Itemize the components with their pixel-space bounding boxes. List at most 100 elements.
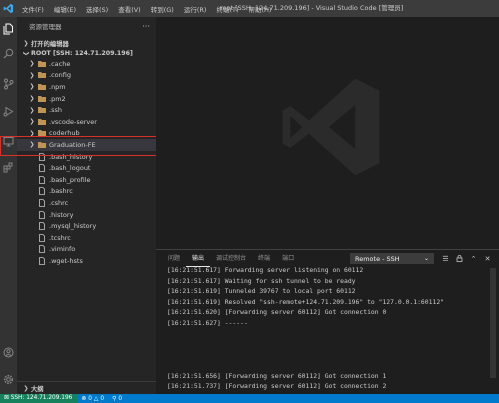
close-panel-icon[interactable]: ✕: [482, 253, 493, 264]
error-icon: ⊗: [81, 395, 87, 402]
output-line: [16:21:51.617] Forwarding server listeni…: [167, 266, 364, 274]
highlight-annotation: [0, 136, 182, 156]
title-bar: 文件(F) 编辑(E) 选择(S) 查看(V) 转到(G) 运行(R) 终端(T) 帮助(H)…: [0, 0, 499, 17]
tree-folder[interactable]: ❯ .ssh: [17, 104, 156, 116]
root-folder-label: ROOT [SSH: 124.71.209.196]: [31, 50, 133, 57]
file-icon: [37, 233, 46, 242]
menu-item[interactable]: 转到(G): [146, 4, 179, 14]
file-icon: [37, 175, 46, 184]
extensions-icon[interactable]: [0, 157, 17, 177]
file-icon: [37, 222, 46, 231]
chevron-right-icon: ❯: [29, 95, 35, 103]
chevron-right-icon: ❯: [29, 71, 35, 79]
editor-area: [156, 17, 499, 249]
output-scrollbar[interactable]: [490, 268, 496, 378]
file-icon: [37, 210, 46, 219]
folder-icon: [37, 106, 46, 114]
output-line: [16:21:51.620] [Forwarding server 60112]…: [167, 308, 387, 317]
window-title: root [SSH: 124.71.209.196] - Visual Stud…: [220, 4, 404, 12]
maximize-panel-icon[interactable]: ⌃: [468, 253, 479, 264]
file-icon: [37, 245, 46, 254]
output-log: [16:21:51.617] Forwarding server listeni…: [167, 265, 487, 392]
chevron-down-icon: ❯: [22, 50, 30, 57]
tree-file-label: .tcshrc: [49, 233, 71, 242]
tree-folder[interactable]: ❯ .cache: [17, 58, 156, 70]
tree-file-label: .mysql_history: [49, 222, 97, 231]
remote-indicator[interactable]: ⊠ SSH: 124.71.209.196: [0, 394, 78, 403]
menu-item[interactable]: 查看(V): [113, 4, 146, 14]
problems-status[interactable]: ⊗ 0 △ 0: [77, 396, 108, 402]
tree-folder[interactable]: ❯ .pm2: [17, 93, 156, 105]
output-channel-value: Remote - SSH: [355, 254, 400, 263]
warning-count: 0: [100, 395, 105, 402]
tree-folder[interactable]: ❯ .npm: [17, 81, 156, 93]
folder-icon: [37, 60, 46, 68]
ports-icon: ⚲: [112, 395, 117, 402]
output-line: [16:21:51.619] Resolved "ssh-remote+124.…: [167, 297, 445, 306]
ports-count: 0: [118, 395, 123, 402]
chevron-right-icon: ❯: [29, 60, 35, 68]
outline-section[interactable]: ❯ 大纲: [17, 381, 156, 394]
menu-item[interactable]: 文件(F): [17, 4, 49, 14]
tree-file-label: .bashrc: [49, 187, 73, 196]
output-line: [16:21:51.617] Waiting for ssh tunnel to…: [167, 276, 356, 285]
file-icon: [37, 164, 46, 173]
files-icon[interactable]: [0, 19, 17, 39]
tree-file[interactable]: .bash_profile: [17, 174, 156, 186]
tree-file[interactable]: .wget-hsts: [17, 255, 156, 267]
chevron-right-icon: ❯: [29, 118, 35, 126]
explorer-title: 资源管理器: [29, 23, 62, 31]
tree-folder[interactable]: ❯ .vscode-server: [17, 116, 156, 128]
tree-file-label: .cshrc: [49, 198, 69, 207]
tree-file[interactable]: .history: [17, 209, 156, 221]
error-count: 0: [88, 395, 92, 402]
vscode-watermark-icon: [282, 78, 380, 176]
tree-file-label: .viminfo: [49, 245, 76, 254]
chevron-right-icon: ❯: [23, 384, 29, 392]
outline-label: 大纲: [31, 385, 44, 393]
status-bar: ⊠ SSH: 124.71.209.196 ⊗ 0 △ 0 ⚲ 0: [0, 394, 499, 403]
folder-icon: [37, 118, 46, 126]
tree-file[interactable]: .viminfo: [17, 244, 156, 256]
menu-item[interactable]: 运行(R): [179, 4, 212, 14]
remote-icon: ⊠: [4, 395, 11, 401]
account-icon[interactable]: [0, 342, 17, 362]
file-icon: [37, 199, 46, 207]
menu-item[interactable]: 编辑(E): [49, 4, 81, 14]
tree-file[interactable]: .bash_logout: [17, 162, 156, 174]
tree-folder-label: .npm: [49, 82, 66, 91]
remote-label: SSH: 124.71.209.196: [10, 395, 73, 401]
ports-status[interactable]: ⚲ 0: [108, 396, 126, 402]
tree-file[interactable]: .cshrc: [17, 197, 156, 209]
filter-lines-icon[interactable]: ☰: [440, 253, 451, 264]
chevron-right-icon: ❯: [29, 106, 35, 114]
output-channel-select[interactable]: Remote - SSH ⌄: [350, 253, 434, 264]
tree-file[interactable]: .mysql_history: [17, 220, 156, 232]
lock-scroll-icon[interactable]: [454, 253, 465, 264]
tree-folder-label: .cache: [49, 59, 71, 68]
tree-file[interactable]: .bashrc: [17, 186, 156, 198]
file-icon: [37, 256, 46, 265]
tree-file[interactable]: .tcshrc: [17, 232, 156, 244]
search-icon[interactable]: [0, 43, 17, 63]
explorer-sidebar: 资源管理器 ··· ❯ 打开的编辑器 ❯ ROOT [SSH: 124.71.2…: [17, 17, 156, 394]
vscode-logo-icon: [0, 0, 17, 17]
chevron-right-icon: ❯: [29, 83, 35, 91]
source-control-icon[interactable]: [0, 74, 17, 94]
folder-icon: [37, 71, 46, 79]
folder-icon: [37, 83, 46, 91]
tree-folder-label: .config: [49, 71, 71, 80]
chevron-down-icon: ⌄: [423, 255, 429, 262]
settings-gear-icon[interactable]: [0, 369, 17, 389]
more-actions-icon[interactable]: ···: [142, 22, 150, 31]
file-icon: [37, 187, 46, 196]
output-line: [16:21:51.656] [Forwarding server 60112]…: [167, 371, 387, 380]
tree-file-label: .bash_profile: [49, 175, 91, 184]
menu-item[interactable]: 选择(S): [81, 4, 113, 14]
chevron-right-icon: ❯: [23, 40, 29, 47]
run-debug-icon[interactable]: [0, 101, 17, 121]
tree-folder[interactable]: ❯ .config: [17, 70, 156, 82]
tree-file-label: .history: [49, 210, 74, 219]
tree-file-label: .bash_logout: [49, 164, 91, 173]
activity-bar: [0, 17, 17, 394]
